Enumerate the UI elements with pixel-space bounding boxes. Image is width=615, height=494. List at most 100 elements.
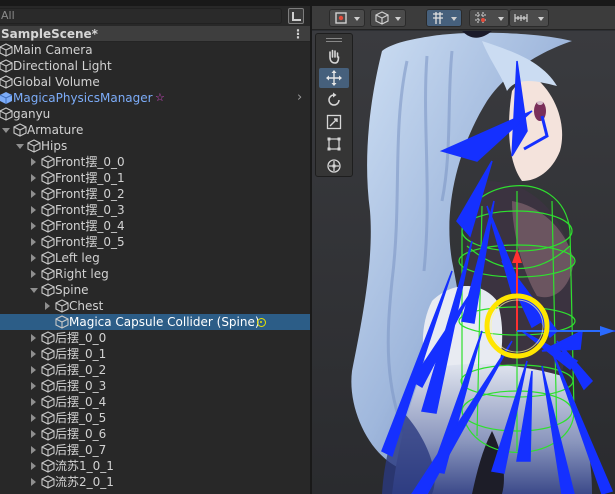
collapsed-arrow-icon[interactable] xyxy=(31,270,36,278)
collapsed-arrow-icon[interactable] xyxy=(31,398,36,406)
hierarchy-search-bar: All xyxy=(0,6,310,26)
scene-view[interactable] xyxy=(312,0,615,494)
gameobject-cube-icon xyxy=(41,363,55,377)
collapsed-arrow-icon[interactable] xyxy=(31,222,36,230)
hierarchy-row[interactable]: Magica Capsule Collider (Spine) xyxy=(0,314,310,330)
gizmo-global-button[interactable] xyxy=(329,9,365,27)
rect-tool-button[interactable] xyxy=(319,134,349,154)
gameobject-cube-icon xyxy=(41,475,55,489)
collapsed-arrow-icon[interactable] xyxy=(31,190,36,198)
expanded-arrow-icon[interactable] xyxy=(30,288,38,293)
gameobject-cube-icon xyxy=(41,283,55,297)
scene-header[interactable]: SampleScene* ⋮ xyxy=(0,26,310,42)
hierarchy-row-label: Front摆_0_3 xyxy=(55,203,125,217)
hierarchy-row[interactable]: Front摆_0_3 xyxy=(0,202,310,218)
hierarchy-row-label: Main Camera xyxy=(13,43,93,57)
hierarchy-row[interactable]: Front摆_0_2 xyxy=(0,186,310,202)
gameobject-cube-icon xyxy=(41,459,55,473)
gameobject-cube-icon xyxy=(41,155,55,169)
hierarchy-row[interactable]: 后摆_0_5 xyxy=(0,410,310,426)
collapsed-arrow-icon[interactable] xyxy=(31,414,36,422)
snap-axis-icon xyxy=(433,12,443,24)
scene-title: SampleScene* xyxy=(1,27,98,41)
hierarchy-row-label: Front摆_0_0 xyxy=(55,155,125,169)
hierarchy-row[interactable]: Right leg xyxy=(0,266,310,282)
expanded-arrow-icon[interactable] xyxy=(2,128,10,133)
collapsed-arrow-icon[interactable] xyxy=(31,334,36,342)
hierarchy-row-label: Chest xyxy=(69,299,104,313)
hierarchy-row[interactable]: 后摆_0_3 xyxy=(0,378,310,394)
collapsed-arrow-icon[interactable] xyxy=(31,366,36,374)
pivot-icon xyxy=(335,12,347,24)
cube-icon xyxy=(375,11,389,25)
hierarchy-row-label: Armature xyxy=(27,123,84,137)
chevron-right-icon[interactable]: › xyxy=(297,90,302,106)
hierarchy-row[interactable]: Directional Light xyxy=(0,58,310,74)
hierarchy-row[interactable]: Front摆_0_1 xyxy=(0,170,310,186)
hierarchy-row-label: 后摆_0_7 xyxy=(55,443,107,457)
rect-tool-icon xyxy=(327,137,341,151)
rotate-tool-button[interactable] xyxy=(319,90,349,110)
hierarchy-row[interactable]: Main Camera xyxy=(0,42,310,58)
gizmo-visible-icon[interactable] xyxy=(257,318,266,327)
transform-tool-icon xyxy=(327,159,341,173)
grid-snap-button[interactable] xyxy=(469,9,509,27)
hierarchy-row[interactable]: 后摆_0_0 xyxy=(0,330,310,346)
hierarchy-row[interactable]: Front摆_0_0 xyxy=(0,154,310,170)
collapsed-arrow-icon[interactable] xyxy=(31,174,36,182)
collapsed-arrow-icon[interactable] xyxy=(31,158,36,166)
hierarchy-row[interactable]: Front摆_0_4 xyxy=(0,218,310,234)
collapsed-arrow-icon[interactable] xyxy=(31,478,36,486)
collapsed-arrow-icon[interactable] xyxy=(31,430,36,438)
collapsed-arrow-icon[interactable] xyxy=(31,206,36,214)
hierarchy-row-label: Front摆_0_2 xyxy=(55,187,125,201)
collapsed-arrow-icon[interactable] xyxy=(31,350,36,358)
hierarchy-row-label: 后摆_0_5 xyxy=(55,411,107,425)
hierarchy-row[interactable]: MagicaPhysicsManager ☆ › xyxy=(0,90,310,106)
hierarchy-row[interactable]: Chest xyxy=(0,298,310,314)
move-tool-button[interactable] xyxy=(319,68,349,88)
tool-palette xyxy=(315,33,353,177)
hierarchy-row[interactable]: 后摆_0_6 xyxy=(0,426,310,442)
kebab-menu-icon[interactable]: ⋮ xyxy=(292,26,304,42)
hierarchy-row-label: 流苏2_0_1 xyxy=(55,475,114,489)
hierarchy-row-label: ganyu xyxy=(13,107,51,121)
rotate-tool-icon xyxy=(328,92,340,106)
search-options-icon[interactable] xyxy=(288,8,304,24)
hierarchy-row[interactable]: 后摆_0_7 xyxy=(0,442,310,458)
hierarchy-search-input[interactable]: All xyxy=(0,8,282,24)
gameobject-cube-icon xyxy=(41,203,55,217)
hierarchy-row[interactable]: Front摆_0_5 xyxy=(0,234,310,250)
hierarchy-row[interactable]: 流苏2_0_1 xyxy=(0,474,310,490)
hierarchy-row-label: 后摆_0_4 xyxy=(55,395,107,409)
global-local-button[interactable] xyxy=(370,9,406,27)
collapsed-arrow-icon[interactable] xyxy=(31,382,36,390)
increment-snap-button[interactable] xyxy=(509,9,549,27)
hierarchy-row[interactable]: 流苏1_0_1 xyxy=(0,458,310,474)
hierarchy-row[interactable]: ganyu xyxy=(0,106,310,122)
expanded-arrow-icon[interactable] xyxy=(16,144,24,149)
collapsed-arrow-icon[interactable] xyxy=(45,302,50,310)
scale-tool-button[interactable] xyxy=(319,112,349,132)
tool-palette-grip[interactable] xyxy=(326,38,342,42)
scene-render[interactable] xyxy=(312,31,615,494)
collapsed-arrow-icon[interactable] xyxy=(31,446,36,454)
hierarchy-row[interactable]: 后摆_0_1 xyxy=(0,346,310,362)
collapsed-arrow-icon[interactable] xyxy=(31,238,36,246)
hierarchy-row[interactable]: Spine xyxy=(0,282,310,298)
prefab-cube-icon xyxy=(0,91,13,105)
hand-tool-button[interactable] xyxy=(319,46,349,66)
hierarchy-row[interactable]: Hips xyxy=(0,138,310,154)
hierarchy-row[interactable]: Global Volume xyxy=(0,74,310,90)
hierarchy-row[interactable]: Armature xyxy=(0,122,310,138)
hierarchy-row[interactable]: Left leg xyxy=(0,250,310,266)
snap-toggle-button[interactable] xyxy=(426,9,462,27)
hierarchy-row[interactable]: 后摆_0_2 xyxy=(0,362,310,378)
hierarchy-row-label: 后摆_0_0 xyxy=(55,331,107,345)
collapsed-arrow-icon[interactable] xyxy=(31,254,36,262)
hierarchy-row-label: Right leg xyxy=(55,267,109,281)
hierarchy-row[interactable]: 后摆_0_4 xyxy=(0,394,310,410)
transform-tool-button[interactable] xyxy=(319,156,349,176)
hierarchy-row-label: Spine xyxy=(55,283,89,297)
collapsed-arrow-icon[interactable] xyxy=(31,462,36,470)
